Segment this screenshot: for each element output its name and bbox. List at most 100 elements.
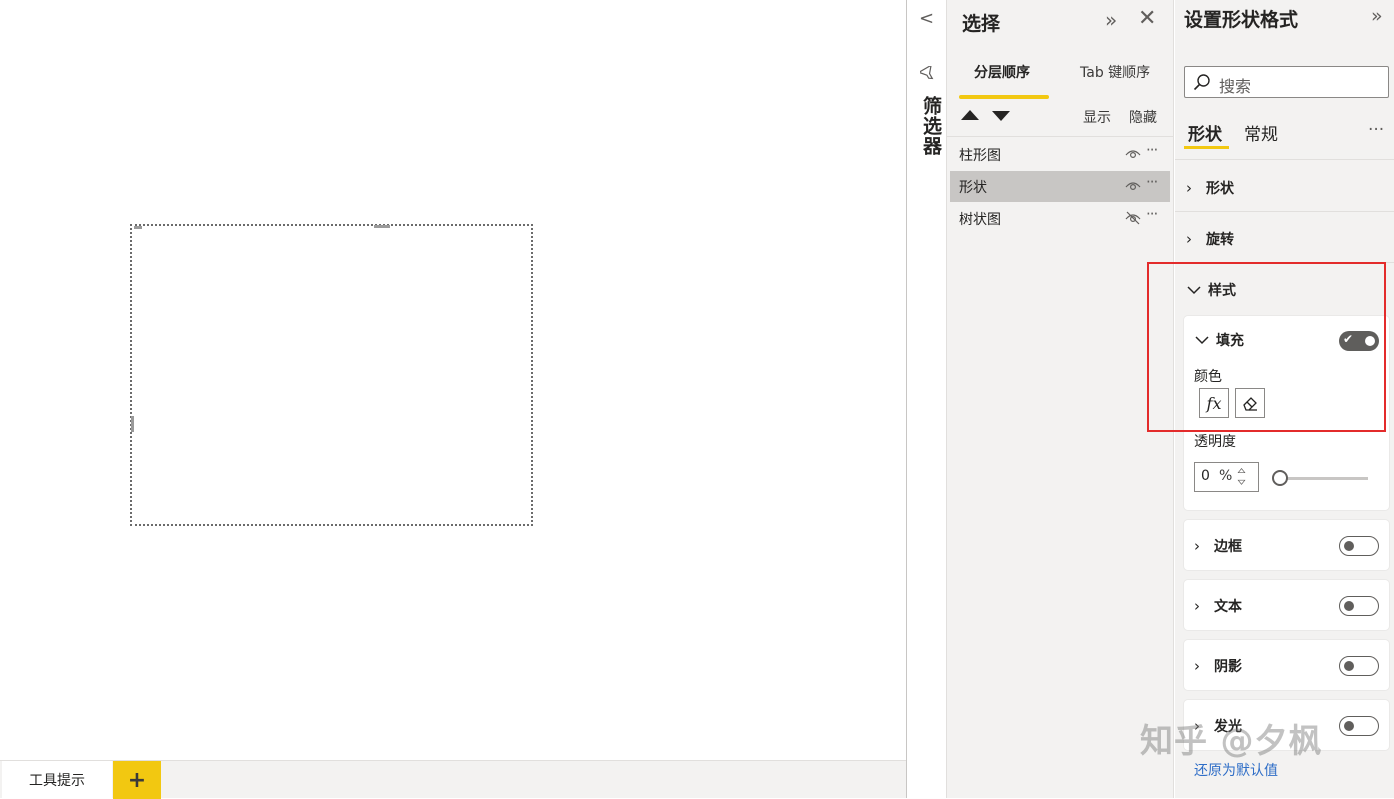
eye-icon[interactable] bbox=[1125, 147, 1141, 161]
border-card-header[interactable]: › 边框 bbox=[1194, 536, 1242, 556]
text-label: 文本 bbox=[1214, 599, 1242, 615]
border-label: 边框 bbox=[1214, 539, 1242, 555]
resize-handle-corner[interactable] bbox=[134, 226, 142, 229]
transparency-label: 透明度 bbox=[1194, 434, 1236, 450]
layer-item-column-chart[interactable]: 柱形图 ··· bbox=[950, 139, 1170, 170]
glow-toggle[interactable] bbox=[1339, 716, 1379, 736]
more-options-icon[interactable]: ··· bbox=[1368, 120, 1384, 140]
toggle-knob bbox=[1344, 721, 1354, 731]
tab-general[interactable]: 常规 bbox=[1244, 120, 1278, 145]
shadow-label: 阴影 bbox=[1214, 659, 1242, 675]
chevron-right-icon: › bbox=[1194, 717, 1200, 735]
transparency-slider[interactable] bbox=[1272, 469, 1372, 487]
section-label: 形状 bbox=[1206, 181, 1234, 197]
format-shape-pane: 设置形状格式 » 搜索 形状 常规 ··· › 形状 › 旋转 样式 填充 ✔ … bbox=[1175, 0, 1394, 798]
glow-label: 发光 bbox=[1214, 719, 1242, 735]
page-tab-tooltip[interactable]: 工具提示 bbox=[2, 761, 112, 799]
fill-label: 填充 bbox=[1216, 333, 1244, 349]
check-icon: ✔ bbox=[1343, 332, 1354, 346]
selection-pane-title: 选择 bbox=[962, 13, 1001, 35]
add-page-button[interactable]: + bbox=[113, 761, 161, 799]
layer-item-shape[interactable]: 形状 ··· bbox=[950, 171, 1170, 202]
more-options-icon[interactable]: ··· bbox=[1146, 173, 1158, 191]
text-card: › 文本 bbox=[1184, 580, 1389, 630]
shadow-card-header[interactable]: › 阴影 bbox=[1194, 656, 1242, 676]
move-layer-down-icon[interactable] bbox=[992, 111, 1010, 121]
chevron-down-icon[interactable]: ▿ bbox=[1237, 477, 1245, 488]
layer-item-treemap[interactable]: 树状图 ··· bbox=[950, 203, 1170, 234]
chevron-right-icon: › bbox=[1194, 537, 1200, 555]
conditional-format-button[interactable]: fx bbox=[1199, 388, 1229, 418]
search-icon bbox=[1193, 74, 1210, 91]
toggle-knob bbox=[1344, 601, 1354, 611]
double-chevron-right-icon[interactable]: » bbox=[1105, 8, 1117, 32]
toggle-knob bbox=[1365, 336, 1375, 346]
chevron-down-icon bbox=[1187, 286, 1201, 295]
glow-card: › 发光 bbox=[1184, 700, 1389, 750]
tab-layer-order[interactable]: 分层顺序 bbox=[974, 62, 1030, 82]
fill-card: 填充 ✔ 颜色 fx 透明度 0 % ▵ ▿ bbox=[1184, 316, 1389, 510]
fill-toggle[interactable]: ✔ bbox=[1339, 331, 1379, 351]
tab-shape[interactable]: 形状 bbox=[1188, 120, 1222, 145]
move-layer-up-icon[interactable] bbox=[961, 110, 979, 120]
active-tab-indicator bbox=[959, 95, 1049, 99]
section-rotation[interactable]: › 旋转 bbox=[1186, 229, 1234, 249]
section-style[interactable]: 样式 bbox=[1186, 280, 1236, 300]
search-placeholder: 搜索 bbox=[1219, 77, 1252, 96]
filters-label[interactable]: 筛选器 bbox=[918, 96, 945, 156]
layer-item-label: 柱形图 bbox=[959, 147, 1001, 164]
layer-item-label: 树状图 bbox=[959, 211, 1001, 228]
chevron-left-icon[interactable]: < bbox=[919, 8, 934, 29]
transparency-stepper[interactable]: 0 % ▵ ▿ bbox=[1194, 462, 1259, 492]
more-options-icon[interactable]: ··· bbox=[1146, 141, 1158, 159]
chevron-right-icon: › bbox=[1194, 657, 1200, 675]
eraser-icon bbox=[1243, 397, 1257, 411]
tab-tab-order[interactable]: Tab 键顺序 bbox=[1080, 62, 1150, 82]
section-shape[interactable]: › 形状 bbox=[1186, 178, 1234, 198]
chevron-up-icon[interactable]: ▵ bbox=[1237, 465, 1245, 476]
close-icon[interactable]: ✕ bbox=[1138, 6, 1156, 31]
transparency-value: 0 bbox=[1201, 468, 1210, 484]
chevron-right-icon: › bbox=[1186, 230, 1192, 248]
filter-icon bbox=[920, 66, 934, 80]
glow-card-header[interactable]: › 发光 bbox=[1194, 716, 1242, 736]
show-all-button[interactable]: 显示 bbox=[1083, 107, 1111, 127]
more-options-icon[interactable]: ··· bbox=[1146, 205, 1158, 223]
page-tabs-bar: 工具提示 + bbox=[0, 760, 947, 799]
double-chevron-right-icon[interactable]: » bbox=[1371, 5, 1383, 27]
chevron-down-icon bbox=[1195, 336, 1209, 345]
reset-color-button[interactable] bbox=[1235, 388, 1265, 418]
active-tab-indicator bbox=[1184, 146, 1229, 149]
layer-item-label: 形状 bbox=[959, 179, 987, 196]
text-toggle[interactable] bbox=[1339, 596, 1379, 616]
hide-all-button[interactable]: 隐藏 bbox=[1129, 107, 1157, 127]
chevron-right-icon: › bbox=[1194, 597, 1200, 615]
report-canvas[interactable] bbox=[0, 0, 906, 760]
eye-hidden-icon[interactable] bbox=[1125, 211, 1141, 225]
shape-visual[interactable] bbox=[130, 224, 533, 526]
section-label: 样式 bbox=[1208, 283, 1236, 299]
divider bbox=[1175, 159, 1394, 160]
resize-handle-top[interactable] bbox=[374, 225, 390, 228]
divider bbox=[1175, 211, 1394, 212]
toggle-knob bbox=[1344, 541, 1354, 551]
toggle-knob bbox=[1344, 661, 1354, 671]
section-label: 旋转 bbox=[1206, 232, 1234, 248]
divider bbox=[947, 136, 1174, 137]
search-input[interactable]: 搜索 bbox=[1184, 66, 1389, 98]
color-label: 颜色 bbox=[1194, 369, 1222, 385]
border-toggle[interactable] bbox=[1339, 536, 1379, 556]
filters-pane-collapsed[interactable]: < 筛选器 bbox=[906, 0, 947, 798]
shadow-card: › 阴影 bbox=[1184, 640, 1389, 690]
text-card-header[interactable]: › 文本 bbox=[1194, 596, 1242, 616]
divider bbox=[1175, 262, 1394, 263]
shadow-toggle[interactable] bbox=[1339, 656, 1379, 676]
fill-card-header[interactable]: 填充 bbox=[1194, 330, 1244, 350]
slider-thumb[interactable] bbox=[1272, 470, 1288, 486]
resize-handle-left[interactable] bbox=[131, 416, 134, 432]
reset-to-default-link[interactable]: 还原为默认值 bbox=[1194, 760, 1278, 780]
transparency-unit: % bbox=[1219, 468, 1233, 484]
selection-pane: 选择 » ✕ 分层顺序 Tab 键顺序 显示 隐藏 柱形图 ··· 形状 ···… bbox=[947, 0, 1174, 798]
slider-track bbox=[1280, 477, 1368, 480]
eye-icon[interactable] bbox=[1125, 179, 1141, 193]
